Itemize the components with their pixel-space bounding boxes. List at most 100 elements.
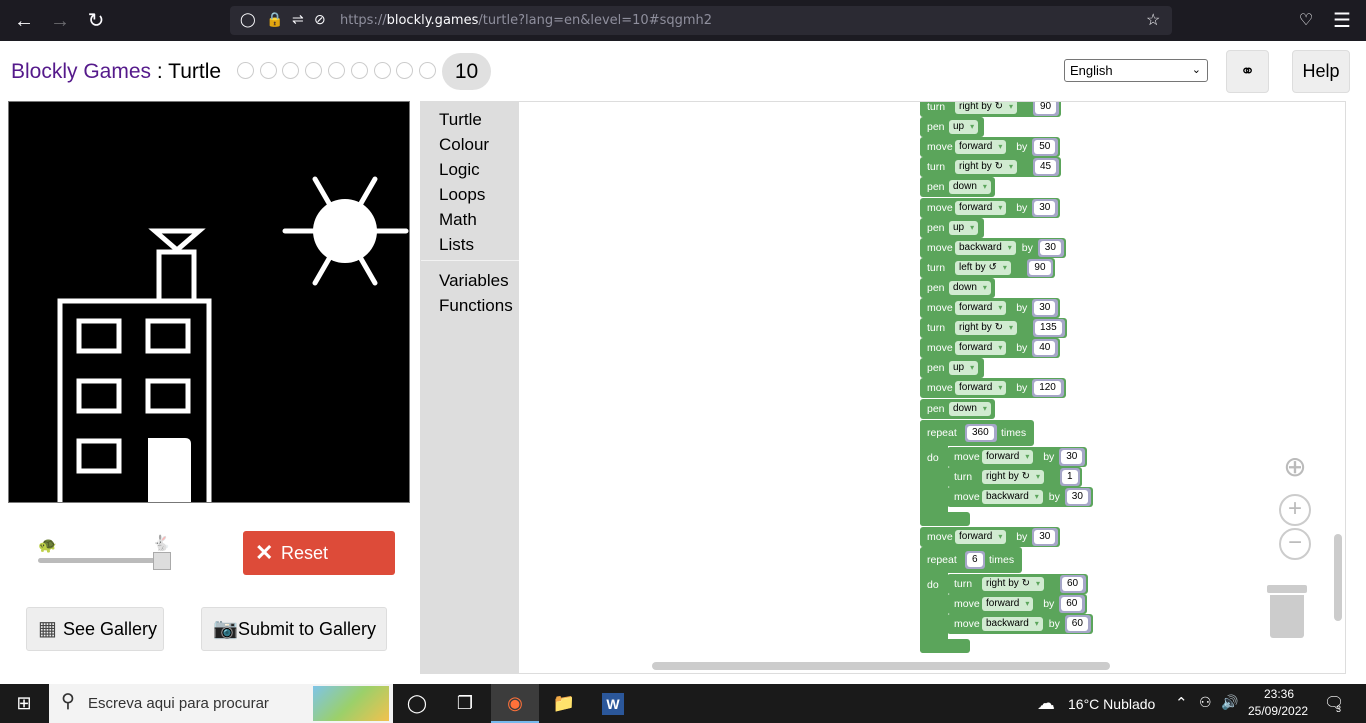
- link-button[interactable]: ⚭: [1226, 50, 1269, 93]
- toolbox-category-logic[interactable]: Logic: [439, 160, 480, 180]
- number-input[interactable]: 90: [1033, 102, 1059, 116]
- turn-block[interactable]: turn right by ↻ 45: [920, 157, 1061, 178]
- pen-block[interactable]: pen up: [920, 117, 985, 138]
- see-gallery-button[interactable]: ▦ See Gallery: [26, 607, 164, 651]
- level-5-link[interactable]: [328, 62, 345, 79]
- weather-icon[interactable]: ☁: [1037, 693, 1055, 714]
- windows-start-icon[interactable]: ⊞: [0, 684, 48, 723]
- clock-time[interactable]: 23:36: [1264, 687, 1294, 701]
- submit-gallery-button[interactable]: 📷 Submit to Gallery: [201, 607, 387, 651]
- firefox-icon[interactable]: ◉: [491, 684, 539, 723]
- toolbox-category-colour[interactable]: Colour: [439, 135, 489, 155]
- repeat-count-input[interactable]: 360: [965, 423, 997, 442]
- move-block[interactable]: movebackward by 30: [947, 486, 1093, 507]
- block-dropdown[interactable]: up: [949, 361, 979, 376]
- repeat-count-value[interactable]: 360: [967, 425, 994, 440]
- number-input[interactable]: 90: [1027, 258, 1054, 277]
- trash-lid[interactable]: [1267, 585, 1307, 593]
- level-3-link[interactable]: [282, 62, 299, 79]
- permissions-icon[interactable]: ⇌: [292, 11, 304, 28]
- block-dropdown[interactable]: backward: [982, 616, 1043, 631]
- number-value[interactable]: 45: [1035, 160, 1057, 175]
- pen-block[interactable]: pen down: [920, 277, 996, 298]
- number-input[interactable]: 50: [1032, 138, 1059, 157]
- repeat-header[interactable]: repeat 6 times: [920, 546, 1022, 573]
- number-input[interactable]: 135: [1033, 319, 1065, 338]
- number-input[interactable]: 30: [1059, 447, 1086, 466]
- turn-block[interactable]: turn right by ↻ 1: [947, 466, 1082, 487]
- horizontal-scrollbar[interactable]: [652, 662, 1110, 670]
- menu-icon[interactable]: ☰: [1330, 9, 1354, 33]
- number-value[interactable]: 60: [1066, 616, 1088, 631]
- move-block[interactable]: moveforward by 40: [920, 338, 1061, 359]
- number-value[interactable]: 60: [1062, 576, 1084, 591]
- reload-icon[interactable]: ↻: [84, 9, 108, 33]
- number-value[interactable]: 30: [1034, 529, 1056, 544]
- block-dropdown[interactable]: right by ↻: [982, 576, 1044, 591]
- block-dropdown[interactable]: forward: [955, 341, 1007, 356]
- number-value[interactable]: 30: [1034, 200, 1056, 215]
- turn-block[interactable]: turn right by ↻ 90: [920, 102, 1061, 117]
- number-input[interactable]: 40: [1032, 339, 1059, 358]
- block-dropdown[interactable]: left by ↺: [955, 260, 1011, 275]
- zoom-in-icon[interactable]: +: [1279, 494, 1311, 526]
- number-input[interactable]: 120: [1032, 379, 1065, 398]
- level-1-link[interactable]: [237, 62, 254, 79]
- move-block[interactable]: moveforward by 30: [947, 446, 1088, 467]
- block-dropdown[interactable]: forward: [982, 449, 1034, 464]
- pen-block[interactable]: pen up: [920, 358, 985, 379]
- zoom-out-icon[interactable]: −: [1279, 528, 1311, 560]
- block-dropdown[interactable]: forward: [955, 529, 1007, 544]
- move-block[interactable]: movebackward by 30: [920, 237, 1066, 258]
- recenter-icon[interactable]: ⊕: [1279, 452, 1311, 484]
- block-dropdown[interactable]: up: [949, 220, 979, 235]
- block-dropdown[interactable]: backward: [955, 240, 1016, 255]
- move-block[interactable]: moveforward by 30: [920, 298, 1061, 318]
- number-value[interactable]: 1: [1062, 469, 1078, 484]
- number-value[interactable]: 50: [1034, 140, 1056, 155]
- number-input[interactable]: 1: [1060, 467, 1080, 486]
- blockly-workspace[interactable]: Turtle Colour Logic Loops Math Lists Var…: [420, 101, 1346, 674]
- pocket-icon[interactable]: ♡: [1294, 9, 1318, 33]
- word-icon[interactable]: W: [589, 684, 637, 723]
- block-dropdown[interactable]: forward: [955, 381, 1007, 396]
- toolbox-category-variables[interactable]: Variables: [439, 271, 509, 291]
- bookmark-star-icon[interactable]: ☆: [1146, 10, 1160, 30]
- number-value[interactable]: 40: [1034, 341, 1056, 356]
- number-input[interactable]: 60: [1064, 614, 1091, 633]
- reset-button[interactable]: ✕ Reset: [243, 531, 395, 575]
- language-select[interactable]: English ⌄: [1064, 59, 1208, 82]
- pen-block[interactable]: pen down: [920, 177, 996, 198]
- block-dropdown[interactable]: up: [949, 120, 979, 135]
- block-dropdown[interactable]: backward: [982, 489, 1043, 504]
- level-6-link[interactable]: [351, 62, 368, 79]
- taskbar-search-box[interactable]: ⚲ Escreva aqui para procurar: [49, 684, 393, 723]
- level-9-link[interactable]: [419, 62, 436, 79]
- cortana-icon[interactable]: ◯: [393, 684, 441, 723]
- block-dropdown[interactable]: forward: [982, 596, 1034, 611]
- block-dropdown[interactable]: right by ↻: [955, 160, 1017, 175]
- toolbox-category-lists[interactable]: Lists: [439, 235, 474, 255]
- turn-block[interactable]: turn right by ↻ 135: [920, 318, 1067, 339]
- block-dropdown[interactable]: down: [949, 180, 991, 195]
- tracking-protection-icon[interactable]: ⊘: [314, 11, 326, 28]
- block-dropdown[interactable]: forward: [955, 301, 1007, 315]
- vertical-scrollbar[interactable]: [1334, 534, 1342, 621]
- number-input[interactable]: 45: [1033, 158, 1059, 177]
- address-bar[interactable]: ◯ 🔒 ⇌ ⊘ https://blockly.games/turtle?lan…: [230, 6, 1172, 35]
- number-input[interactable]: 30: [1037, 238, 1064, 257]
- move-block[interactable]: moveforward by 30: [920, 526, 1061, 547]
- network-icon[interactable]: ⚇: [1199, 694, 1212, 711]
- pen-block[interactable]: pen up: [920, 217, 985, 238]
- forward-arrow-icon[interactable]: →: [48, 9, 72, 33]
- turn-block[interactable]: turn left by ↺ 90: [920, 257, 1056, 278]
- weather-text[interactable]: 16°C Nublado: [1068, 696, 1155, 712]
- number-input[interactable]: 60: [1059, 594, 1086, 613]
- trash-can-icon[interactable]: [1270, 595, 1304, 638]
- chevron-up-icon[interactable]: ⌃: [1175, 694, 1188, 712]
- level-2-link[interactable]: [260, 62, 277, 79]
- number-value[interactable]: 60: [1061, 596, 1083, 611]
- file-explorer-icon[interactable]: 📁: [540, 684, 588, 723]
- block-dropdown[interactable]: down: [949, 401, 991, 416]
- number-input[interactable]: 60: [1060, 574, 1086, 593]
